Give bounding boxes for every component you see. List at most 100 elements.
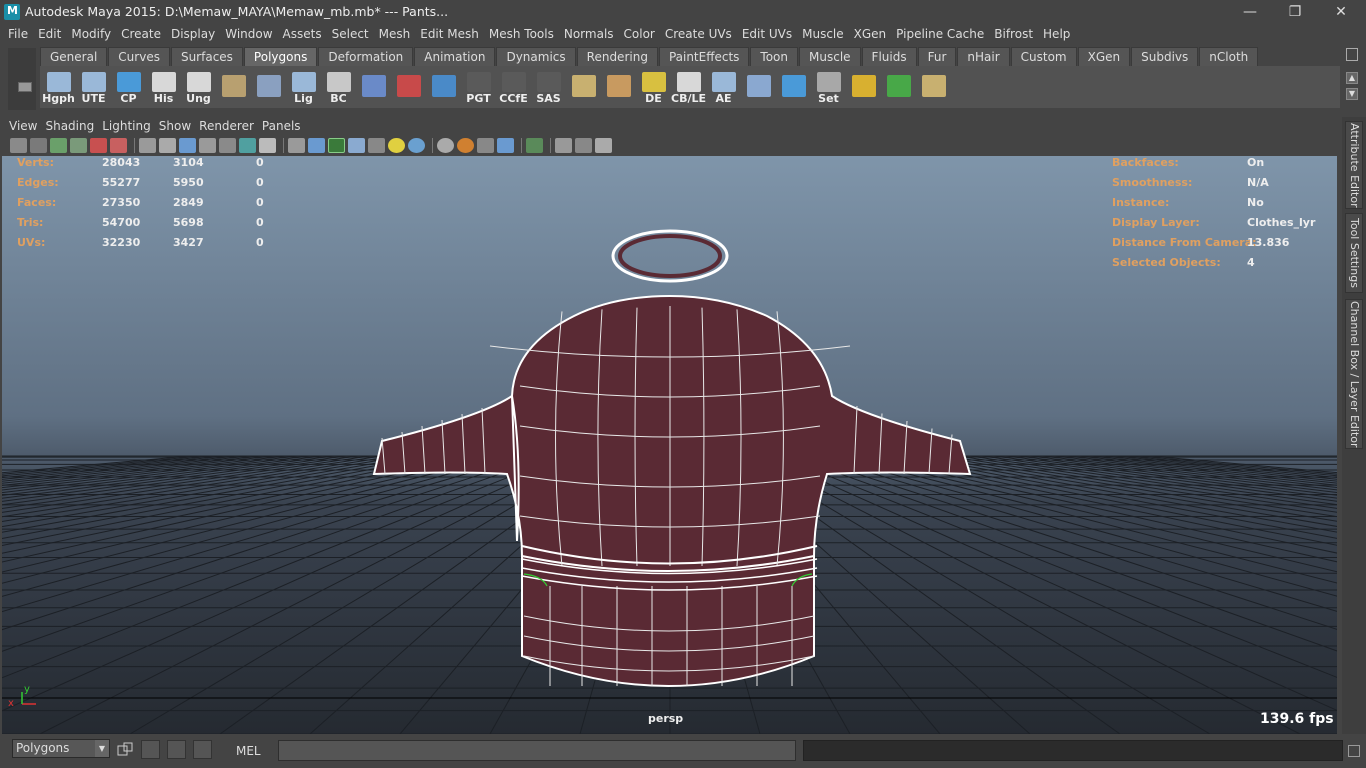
wireframe-on-shaded-icon[interactable] — [328, 138, 345, 153]
isolate-select-icon[interactable] — [526, 138, 543, 153]
wireframe-icon[interactable] — [288, 138, 305, 153]
menu-window[interactable]: Window — [220, 27, 277, 41]
shelf-button-tool-25-icon[interactable] — [917, 69, 950, 105]
shelf-button-sas-icon[interactable]: SAS — [532, 69, 565, 105]
shelf-tab-deformation[interactable]: Deformation — [318, 47, 414, 66]
menu-edit-uvs[interactable]: Edit UVs — [737, 27, 797, 41]
shelf-tab-dynamics[interactable]: Dynamics — [496, 47, 576, 66]
shelf-tab-toon[interactable]: Toon — [750, 47, 799, 66]
pants-mesh[interactable] — [372, 229, 972, 687]
select-camera-icon[interactable] — [10, 138, 27, 153]
shelf-button-tool-11-icon[interactable] — [427, 69, 460, 105]
menu-pipeline-cache[interactable]: Pipeline Cache — [891, 27, 989, 41]
shelf-button-ae-icon[interactable]: AE — [707, 69, 740, 105]
layer-editor-icon[interactable] — [193, 740, 212, 759]
single-view-icon[interactable] — [555, 138, 572, 153]
shelf-tab-subdivs[interactable]: Subdivs — [1131, 47, 1199, 66]
outliner-persp-icon[interactable] — [595, 138, 612, 153]
shadows-icon[interactable] — [408, 138, 425, 153]
menu-modify[interactable]: Modify — [66, 27, 116, 41]
shelf-button-tool-9-icon[interactable] — [357, 69, 390, 105]
shelf-button-tool-6-icon[interactable] — [252, 69, 285, 105]
shelf-button-ung-icon[interactable]: Ung — [182, 69, 215, 105]
xray-icon[interactable] — [348, 138, 365, 153]
shelf-button-hgph-icon[interactable]: Hgph — [42, 69, 75, 105]
shelf-tab-nhair[interactable]: nHair — [957, 47, 1010, 66]
gate-mask-icon[interactable] — [199, 138, 216, 153]
maximize-button[interactable]: ❐ — [1272, 0, 1318, 23]
smooth-shade-icon[interactable] — [308, 138, 325, 153]
field-chart-icon[interactable] — [219, 138, 236, 153]
menu-normals[interactable]: Normals — [559, 27, 619, 41]
shelf-button-ccfe-icon[interactable]: CCfE — [497, 69, 530, 105]
shelf-button-cb-le-icon[interactable]: CB/LE — [671, 69, 706, 105]
menu-muscle[interactable]: Muscle — [797, 27, 849, 41]
shelf-tab-surfaces[interactable]: Surfaces — [170, 47, 243, 66]
tab-channel-box-layer-editor[interactable]: Channel Box / Layer Editor — [1345, 299, 1363, 449]
camera-attributes-icon[interactable] — [30, 138, 47, 153]
shelf-button-de-icon[interactable]: DE — [637, 69, 670, 105]
shelf-tab-xgen[interactable]: XGen — [1077, 47, 1131, 66]
script-editor-icon[interactable] — [141, 740, 160, 759]
panel-menu-renderer[interactable]: Renderer — [195, 119, 258, 133]
shelf-button-tool-5-icon[interactable] — [217, 69, 250, 105]
lights-icon[interactable] — [388, 138, 405, 153]
shelf-tab-custom[interactable]: Custom — [1010, 47, 1077, 66]
menu-select[interactable]: Select — [327, 27, 374, 41]
shelf-scroll-down-icon[interactable]: ▼ — [1346, 88, 1358, 100]
shelf-button-tool-23-icon[interactable] — [847, 69, 880, 105]
shelf-tab-animation[interactable]: Animation — [414, 47, 496, 66]
shelf-button-tool-16-icon[interactable] — [602, 69, 635, 105]
grid-icon[interactable] — [139, 138, 156, 153]
menu-display[interactable]: Display — [166, 27, 220, 41]
shelf-tab-rendering[interactable]: Rendering — [576, 47, 658, 66]
shelf-button-lig-icon[interactable]: Lig — [287, 69, 320, 105]
minimize-button[interactable]: — — [1227, 0, 1273, 23]
shelf-button-bc-icon[interactable]: BC — [322, 69, 355, 105]
shelf-button-ute-icon[interactable]: UTE — [77, 69, 110, 105]
resolution-gate-icon[interactable] — [179, 138, 196, 153]
four-view-icon[interactable] — [575, 138, 592, 153]
panel-menu-lighting[interactable]: Lighting — [98, 119, 155, 133]
shelf-tab-fluids[interactable]: Fluids — [861, 47, 917, 66]
menu-bifrost[interactable]: Bifrost — [989, 27, 1038, 41]
help-line-icon[interactable] — [1348, 745, 1360, 757]
shelf-tab-general[interactable]: General — [40, 47, 108, 66]
bookmark-icon[interactable] — [50, 138, 67, 153]
safe-action-icon[interactable] — [239, 138, 256, 153]
anti-aliasing-icon[interactable] — [477, 138, 494, 153]
textured-icon[interactable] — [368, 138, 385, 153]
panel-menu-panels[interactable]: Panels — [258, 119, 305, 133]
screen-space-ao-icon[interactable] — [437, 138, 454, 153]
tab-tool-settings[interactable]: Tool Settings — [1345, 213, 1363, 293]
menu-edit[interactable]: Edit — [33, 27, 66, 41]
menu-mesh-tools[interactable]: Mesh Tools — [484, 27, 559, 41]
shelf-button-set-icon[interactable]: Set — [812, 69, 845, 105]
image-plane-icon[interactable] — [70, 138, 87, 153]
shelf-button-tool-10-icon[interactable] — [392, 69, 425, 105]
menu-help[interactable]: Help — [1038, 27, 1075, 41]
menu-mesh[interactable]: Mesh — [374, 27, 416, 41]
shelf-button-tool-21-icon[interactable] — [777, 69, 810, 105]
safe-title-icon[interactable] — [259, 138, 276, 153]
menu-create-uvs[interactable]: Create UVs — [660, 27, 737, 41]
menu-xgen[interactable]: XGen — [849, 27, 892, 41]
two-d-pan-icon[interactable] — [90, 138, 107, 153]
panel-menu-show[interactable]: Show — [155, 119, 195, 133]
shelf-tab-curves[interactable]: Curves — [108, 47, 170, 66]
shelf-button-tool-20-icon[interactable] — [742, 69, 775, 105]
film-gate-icon[interactable] — [159, 138, 176, 153]
shelf-tab-muscle[interactable]: Muscle — [799, 47, 861, 66]
shelf-tab-ncloth[interactable]: nCloth — [1199, 47, 1259, 66]
shelf-button-his-icon[interactable]: His — [147, 69, 180, 105]
mel-label[interactable]: MEL — [236, 744, 261, 758]
grease-pencil-icon[interactable] — [110, 138, 127, 153]
trash-icon[interactable] — [1346, 48, 1358, 61]
panel-menu-view[interactable]: View — [5, 119, 41, 133]
snap-icon[interactable] — [116, 740, 135, 759]
shelf-tab-polygons[interactable]: Polygons — [243, 47, 318, 66]
shelf-handle[interactable] — [8, 48, 36, 110]
menu-assets[interactable]: Assets — [278, 27, 327, 41]
depth-of-field-icon[interactable] — [497, 138, 514, 153]
shelf-button-tool-15-icon[interactable] — [567, 69, 600, 105]
